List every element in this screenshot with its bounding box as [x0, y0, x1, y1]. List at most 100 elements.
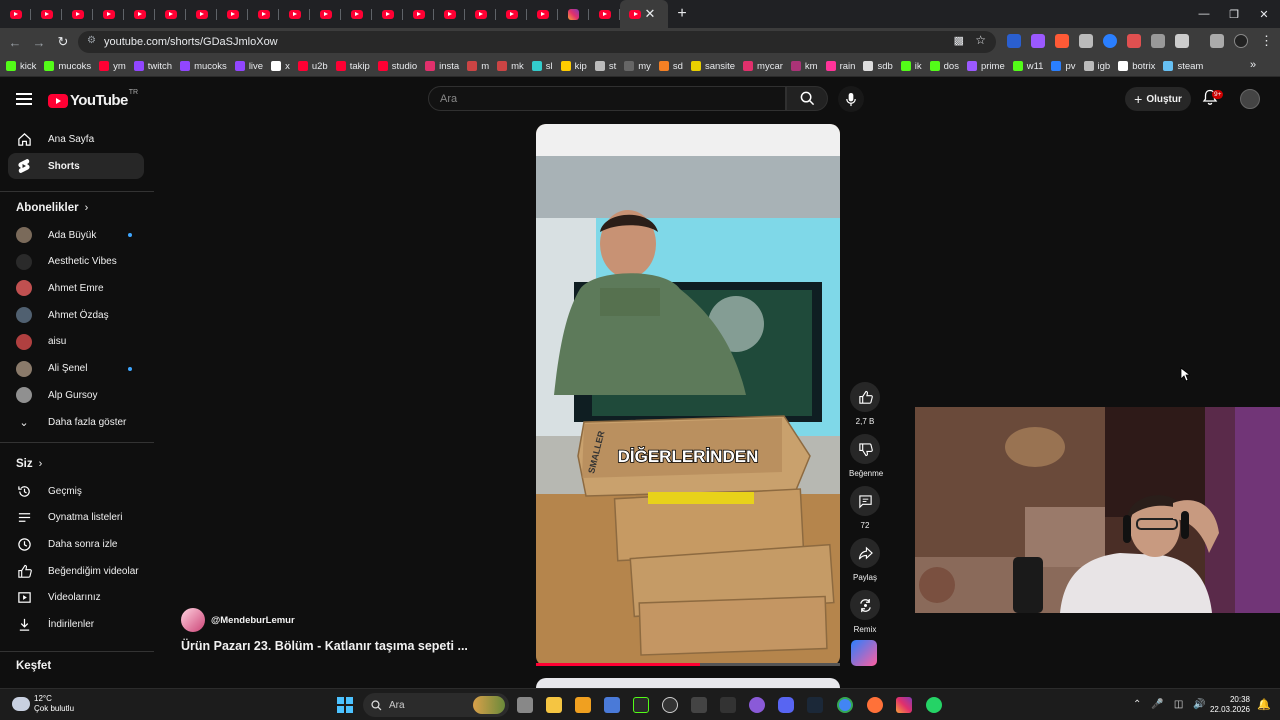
browser-tab[interactable]	[310, 0, 341, 28]
bookmark-item[interactable]: studio	[377, 61, 417, 72]
bookmark-item[interactable]: insta	[425, 61, 459, 72]
media-control-icon[interactable]	[1210, 34, 1224, 48]
new-tab-button[interactable]: +	[668, 0, 696, 28]
windows-start-icon[interactable]	[337, 697, 353, 713]
bookmark-item[interactable]: rain	[825, 61, 855, 72]
browser-tab[interactable]	[279, 0, 310, 28]
taskbar-search[interactable]: Ara	[363, 693, 509, 717]
browser-tab[interactable]	[403, 0, 434, 28]
account-avatar[interactable]	[1240, 89, 1260, 109]
sidebar-item-video[interactable]: Videolarınız	[8, 585, 144, 611]
profile-icon[interactable]	[1234, 34, 1248, 48]
maximize-button[interactable]: ❐	[1218, 0, 1250, 28]
browser-menu-icon[interactable]: ⋮	[1260, 33, 1273, 49]
bookmark-item[interactable]: mucoks	[180, 61, 227, 72]
bookmark-item[interactable]: igb	[1083, 61, 1110, 72]
network-icon[interactable]: ◫	[1174, 699, 1183, 710]
sidebar-item-subscription[interactable]: Ahmet Özdaş	[8, 302, 144, 328]
short-title[interactable]: Ürün Pazarı 23. Bölüm - Katlanır taşıma …	[181, 639, 468, 653]
sidebar-item-history[interactable]: Geçmiş	[8, 478, 144, 504]
you-heading[interactable]: Siz ›	[16, 458, 42, 470]
weather-widget[interactable]: 12°C Çok bulutlu	[12, 694, 74, 714]
extension-icon[interactable]	[1103, 34, 1117, 48]
bookmark-item[interactable]: kip	[560, 61, 587, 72]
close-window-button[interactable]: ✕	[1248, 0, 1280, 28]
share-button[interactable]: Paylaş	[849, 538, 881, 582]
app-icon[interactable]	[691, 697, 707, 713]
app-icon[interactable]	[633, 697, 649, 713]
channel-avatar[interactable]	[181, 608, 205, 632]
sidebar-item-download[interactable]: İndirilenler	[8, 612, 144, 638]
bookmark-item[interactable]: m	[467, 61, 489, 72]
sidebar-item-subscription[interactable]: aisu	[8, 329, 144, 355]
voice-search-button[interactable]	[838, 86, 864, 112]
bookmark-item[interactable]: sd	[658, 61, 683, 72]
extension-icon[interactable]	[1031, 34, 1045, 48]
install-app-icon[interactable]: ▩	[954, 34, 964, 47]
bookmark-item[interactable]: botrix	[1118, 61, 1155, 72]
browser-tab[interactable]	[341, 0, 372, 28]
chrome-icon[interactable]	[837, 697, 853, 713]
browser-tab[interactable]	[217, 0, 248, 28]
browser-tab[interactable]	[496, 0, 527, 28]
bookmark-item[interactable]: mycar	[743, 61, 783, 72]
bookmark-item[interactable]: ik	[900, 61, 922, 72]
browser-tab[interactable]	[372, 0, 403, 28]
sidebar-item-like[interactable]: Beğendiğim videolar	[8, 558, 144, 584]
browser-tab[interactable]	[248, 0, 279, 28]
extension-icon[interactable]	[1151, 34, 1165, 48]
reload-icon[interactable]: ↻	[51, 30, 75, 54]
clock[interactable]: 20:38 22.03.2026	[1206, 695, 1250, 715]
bookmark-item[interactable]: mk	[497, 61, 524, 72]
address-bar[interactable]: ⚙ youtube.com/shorts/GDaSJmloXow ▩ ☆	[78, 31, 996, 53]
bookmark-item[interactable]: twitch	[133, 61, 172, 72]
site-info-icon[interactable]: ⚙	[87, 35, 96, 46]
bookmark-item[interactable]: prime	[966, 61, 1005, 72]
browser-tab[interactable]	[465, 0, 496, 28]
extension-icon[interactable]	[1079, 34, 1093, 48]
microphone-icon[interactable]: 🎤	[1151, 699, 1163, 710]
firefox-icon[interactable]	[867, 697, 883, 713]
instagram-icon[interactable]	[896, 697, 912, 713]
system-tray[interactable]: ⌃ 🎤 ◫ 🔊	[1133, 699, 1206, 710]
settings-icon[interactable]	[604, 697, 620, 713]
sidebar-item-subscription[interactable]: Alp Gursoy	[8, 382, 144, 408]
browser-tab[interactable]	[186, 0, 217, 28]
bookmark-item[interactable]: kick	[6, 61, 36, 72]
sidebar-item-clock[interactable]: Daha sonra izle	[8, 531, 144, 557]
bookmark-item[interactable]: st	[594, 61, 616, 72]
app-icon[interactable]	[662, 697, 678, 713]
dislike-button[interactable]: Beğenme	[849, 434, 883, 478]
youtube-logo[interactable]: YouTube TR	[48, 89, 138, 109]
app-icon[interactable]	[575, 697, 591, 713]
browser-tab[interactable]	[589, 0, 620, 28]
bookmark-item[interactable]: takip	[335, 61, 370, 72]
bookmark-item[interactable]: dos	[929, 61, 959, 72]
sidebar-item-playlist[interactable]: Oynatma listeleri	[8, 505, 144, 531]
sidebar-item-home[interactable]: Ana Sayfa	[8, 126, 144, 152]
bookmark-item[interactable]: steam	[1163, 61, 1203, 72]
sidebar-item-subscription[interactable]: Ahmet Emre	[8, 275, 144, 301]
steam-icon[interactable]	[807, 697, 823, 713]
subscriptions-heading[interactable]: Abonelikler ›	[16, 202, 88, 214]
bookmark-item[interactable]: sl	[531, 61, 553, 72]
sidebar-item-shorts[interactable]: Shorts	[8, 153, 144, 179]
browser-tab-active[interactable]: ✕	[620, 0, 668, 28]
discord-icon[interactable]	[778, 697, 794, 713]
remix-button[interactable]: Remix	[849, 590, 881, 634]
browser-tab[interactable]	[62, 0, 93, 28]
app-icon[interactable]	[749, 697, 765, 713]
bookmark-item[interactable]: pv	[1051, 61, 1076, 72]
short-channel[interactable]: @MendeburLemur	[181, 608, 295, 632]
forward-icon[interactable]: →	[27, 30, 51, 54]
minimize-button[interactable]: —	[1188, 0, 1220, 28]
more-bookmarks-icon[interactable]: »	[1250, 59, 1256, 71]
browser-tab[interactable]	[155, 0, 186, 28]
bookmark-item[interactable]: u2b	[297, 61, 328, 72]
bookmark-item[interactable]: my	[624, 61, 651, 72]
browser-tab[interactable]	[558, 0, 589, 28]
task-view-icon[interactable]	[517, 697, 533, 713]
bookmark-item[interactable]: sdb	[863, 61, 893, 72]
short-video-player[interactable]: SMALLER DİĞERLERİNDEN	[536, 124, 840, 666]
sidebar-item-subscription[interactable]: Ali Şenel	[8, 356, 144, 382]
